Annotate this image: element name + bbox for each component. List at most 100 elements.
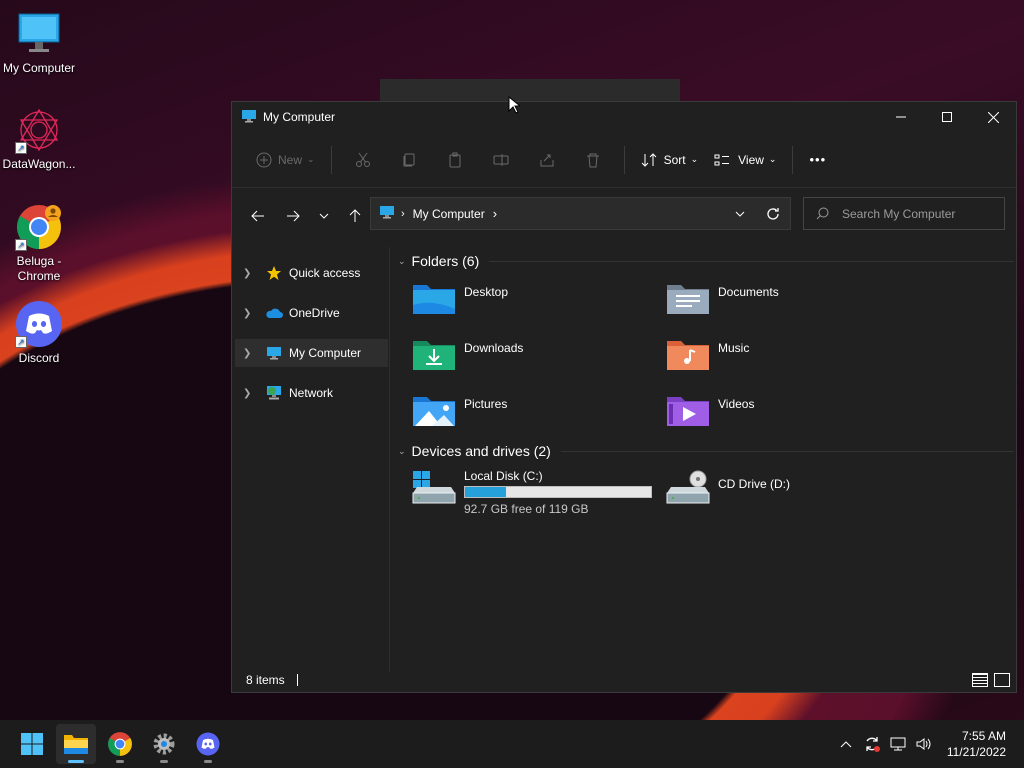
taskbar-discord[interactable] [188, 724, 228, 764]
running-indicator [160, 760, 168, 763]
chevron-right-icon[interactable]: ❯ [243, 268, 257, 279]
share-icon[interactable] [535, 148, 559, 172]
desktop-icon-label: Beluga - Chrome [16, 254, 62, 283]
refresh-icon[interactable] [756, 207, 790, 221]
drives-heading: Devices and drives (2) [411, 443, 551, 459]
documents-folder-icon [666, 281, 710, 321]
status-bar: 8 items [232, 668, 1016, 692]
chrome-icon: ↗ [15, 203, 63, 251]
folder-label: Downloads [464, 341, 524, 355]
minimize-button[interactable] [878, 102, 924, 132]
item-count: 8 items [246, 673, 285, 687]
breadcrumb-separator-icon[interactable]: › [493, 206, 497, 221]
folders-heading: Folders (6) [411, 253, 480, 269]
desktop-icon-datawagon[interactable]: ↗ DataWagon... [0, 106, 78, 172]
network-icon [265, 384, 283, 402]
sidebar-item-network[interactable]: ❯ Network [235, 379, 388, 407]
content-area: ⌄ Folders (6) Desktop Documents Download… [398, 247, 1014, 672]
discord-icon [196, 732, 220, 756]
search-input[interactable]: Search My Computer [803, 197, 1005, 230]
toolbar-divider [330, 145, 332, 174]
sort-icon [641, 152, 656, 167]
folder-item-pictures[interactable]: Pictures [398, 387, 652, 443]
more-options-button[interactable]: ••• [801, 143, 834, 177]
folder-item-videos[interactable]: Videos [652, 387, 906, 443]
music-folder-icon [666, 337, 710, 377]
cd-drive-icon [666, 469, 710, 513]
rename-icon[interactable] [489, 148, 513, 172]
drive-label: CD Drive (D:) [718, 477, 790, 491]
drives-grid: Local Disk (C:) 92.7 GB free of 119 GB C… [398, 465, 1014, 525]
clock-time: 7:55 AM [961, 729, 1006, 743]
running-indicator [68, 760, 84, 763]
chevron-down-icon[interactable]: ⌄ [398, 446, 406, 457]
background-window[interactable] [380, 79, 680, 103]
sidebar-item-my-computer[interactable]: ❯ My Computer [235, 339, 388, 367]
pictures-folder-icon [412, 393, 456, 433]
folder-item-desktop[interactable]: Desktop [398, 275, 652, 331]
desktop-icon-discord[interactable]: ↗ Discord [0, 300, 78, 366]
desktop-icon-beluga-chrome[interactable]: ↗ Beluga - Chrome [0, 203, 78, 284]
address-bar[interactable]: › My Computer › [370, 197, 791, 230]
show-hidden-icons-chevron-up-icon[interactable] [833, 731, 859, 757]
chevron-right-icon[interactable]: ❯ [243, 388, 257, 399]
chrome-icon [108, 732, 132, 756]
mouse-cursor-icon [508, 96, 520, 114]
delete-icon[interactable] [581, 148, 605, 172]
taskbar-file-explorer[interactable] [56, 724, 96, 764]
drive-item-cd-drive-d[interactable]: CD Drive (D:) [652, 465, 906, 525]
taskbar-chrome[interactable] [100, 724, 140, 764]
group-divider [560, 450, 1014, 452]
up-button[interactable] [339, 200, 371, 232]
desktop-icon-label: Discord [18, 351, 60, 365]
shortcut-arrow-icon: ↗ [15, 336, 27, 348]
chevron-right-icon[interactable]: ❯ [243, 348, 257, 359]
gear-icon [153, 733, 175, 755]
drive-item-local-disk-c[interactable]: Local Disk (C:) 92.7 GB free of 119 GB [398, 465, 652, 525]
close-button[interactable] [970, 102, 1016, 132]
title-bar[interactable]: My Computer [232, 102, 1016, 132]
sync-status-icon[interactable] [859, 731, 885, 757]
chevron-down-icon: ⌄ [690, 154, 699, 164]
cut-icon[interactable] [351, 148, 375, 172]
window-title: My Computer [263, 110, 336, 124]
new-button[interactable]: New ⌄ [248, 143, 323, 177]
sidebar-item-onedrive[interactable]: ❯ OneDrive [235, 299, 388, 327]
view-label: View [738, 152, 764, 167]
maximize-button[interactable] [924, 102, 970, 132]
recent-locations-button[interactable] [309, 200, 339, 232]
sort-button[interactable]: Sort ⌄ [633, 143, 707, 177]
plus-circle-icon [256, 152, 272, 167]
volume-icon[interactable] [911, 731, 937, 757]
address-history-chevron-icon[interactable] [724, 209, 756, 219]
explorer-window: My Computer New ⌄ Sort ⌄ View ⌄ ••• › My… [231, 101, 1017, 693]
view-button[interactable]: View ⌄ [706, 143, 784, 177]
taskbar-settings[interactable] [144, 724, 184, 764]
desktop-icon-my-computer[interactable]: My Computer [0, 10, 78, 76]
back-button[interactable] [242, 200, 274, 232]
chevron-right-icon[interactable]: ❯ [243, 308, 257, 319]
start-button[interactable] [12, 724, 52, 764]
discord-icon: ↗ [15, 300, 63, 348]
folder-item-music[interactable]: Music [652, 331, 906, 387]
chevron-down-icon[interactable]: ⌄ [398, 256, 406, 267]
sidebar-item-quick-access[interactable]: ❯ Quick access [235, 259, 388, 287]
folder-item-downloads[interactable]: Downloads [398, 331, 652, 387]
breadcrumb-my-computer[interactable]: My Computer [413, 207, 485, 221]
clock[interactable]: 7:55 AM 11/21/2022 [937, 728, 1024, 760]
folder-item-documents[interactable]: Documents [652, 275, 906, 331]
forward-button[interactable] [277, 200, 309, 232]
toolbar-divider [792, 145, 794, 174]
large-icons-view-button[interactable] [994, 673, 1010, 687]
monitor-icon [241, 108, 257, 127]
details-view-button[interactable] [972, 673, 988, 687]
sidebar-item-label: Quick access [289, 266, 361, 280]
folder-label: Pictures [464, 397, 508, 411]
running-indicator [204, 760, 212, 763]
paste-icon[interactable] [443, 148, 467, 172]
more-label: ••• [809, 152, 827, 167]
network-icon[interactable] [885, 731, 911, 757]
copy-icon[interactable] [397, 148, 421, 172]
folders-group-header[interactable]: ⌄ Folders (6) [398, 247, 1014, 275]
desktop-icon-label: DataWagon... [2, 157, 76, 171]
